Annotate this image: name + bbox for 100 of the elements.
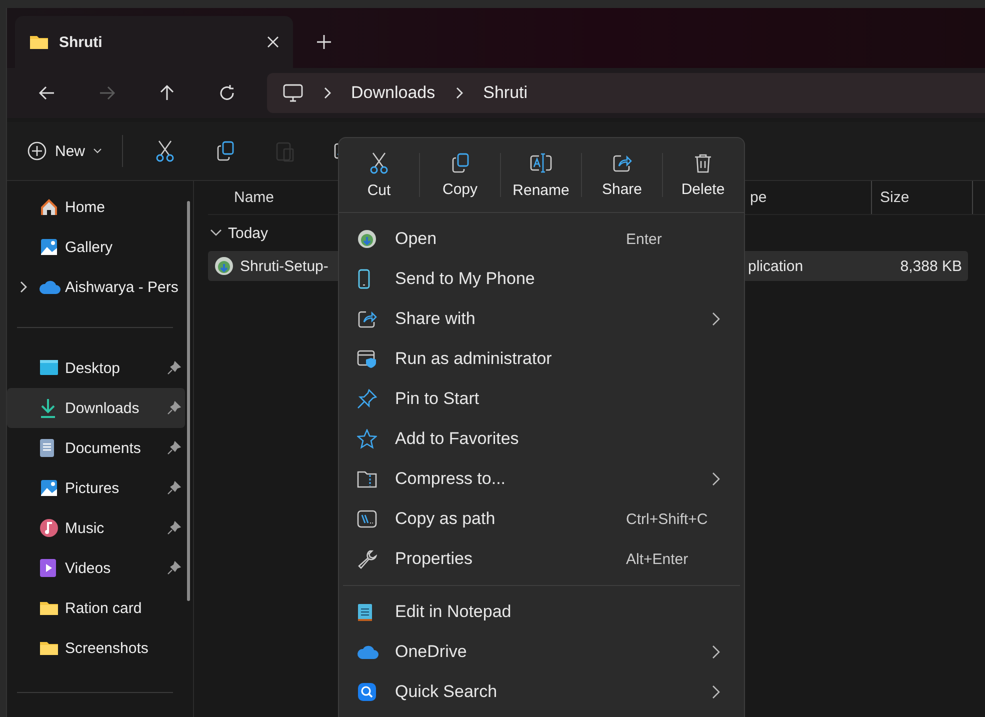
shortcut-text: Alt+Enter — [626, 550, 690, 568]
desktop-icon — [39, 359, 59, 377]
tab[interactable]: Shruti — [15, 16, 293, 68]
tab-title: Shruti — [59, 34, 104, 50]
sidebar-item[interactable]: Downloads — [7, 388, 185, 428]
app-icon — [214, 256, 234, 276]
arrow-icon — [38, 84, 56, 102]
pictures-icon — [39, 478, 59, 498]
rename-icon — [529, 152, 553, 174]
file-type: plication — [748, 258, 804, 274]
share-icon — [357, 309, 377, 329]
sidebar-label: Pictures — [65, 480, 120, 496]
menu-item[interactable]: Share with — [343, 299, 740, 339]
expand-icon[interactable] — [19, 281, 27, 293]
folder-icon — [29, 34, 49, 50]
phone-icon — [357, 269, 371, 289]
sidebar-label: Music — [65, 520, 106, 536]
menu-action-button[interactable]: Delete — [663, 142, 743, 208]
column-header[interactable]: Name — [234, 189, 274, 206]
shortcut-text: Ctrl+Shift+C — [626, 510, 709, 528]
menu-item[interactable]: Properties Alt+Enter — [343, 539, 740, 579]
file-size: 8,388 KB — [900, 258, 962, 274]
app-icon — [357, 229, 377, 249]
column-header[interactable]: Size — [880, 189, 910, 206]
sidebar-item[interactable]: Music — [7, 508, 185, 548]
caret-icon — [93, 148, 102, 154]
refresh-icon — [218, 84, 236, 102]
address-bar[interactable]: Downloads Shruti — [267, 73, 985, 113]
folder-icon — [39, 640, 59, 656]
sidebar-label: Gallery — [65, 238, 114, 256]
sidebar-item[interactable]: Aishwarya - Pers — [7, 267, 185, 307]
video-icon — [39, 558, 57, 578]
menu-action-button[interactable]: Rename — [501, 142, 581, 208]
sidebar-label: Documents — [65, 440, 142, 456]
menu-item[interactable]: Open Enter — [343, 219, 740, 259]
menu-action-button[interactable]: Copy — [420, 142, 500, 208]
gallery-icon — [39, 237, 59, 257]
trash-icon — [694, 152, 712, 172]
cloud-icon — [357, 644, 379, 660]
chevron-icon — [323, 87, 331, 99]
menu-action-button[interactable]: Share — [582, 142, 662, 208]
shortcut-text: Enter — [626, 230, 663, 248]
copy-icon — [215, 141, 236, 161]
group-label: Today — [228, 224, 268, 242]
column-header[interactable]: pe — [750, 189, 767, 206]
wrench-icon — [357, 549, 377, 569]
menu-item[interactable]: Run as administrator — [343, 339, 740, 379]
sidebar-item[interactable]: Pictures — [7, 468, 185, 508]
folder-icon — [39, 600, 59, 616]
arrow-icon — [158, 84, 176, 102]
sidebar-item[interactable]: Home — [7, 187, 185, 227]
sidebar-label: Aishwarya - Pers — [65, 278, 180, 296]
copy-icon — [450, 152, 470, 172]
menu-item[interactable]: Quick Search — [343, 672, 740, 712]
sidebar-item[interactable]: Gallery — [7, 227, 185, 267]
pin-icon — [357, 389, 377, 409]
scissors-icon — [369, 152, 389, 174]
menu-item[interactable]: Add to Favorites — [343, 419, 740, 459]
menu-item[interactable]: Pin to Start — [343, 379, 740, 419]
sidebar-item[interactable]: Desktop — [7, 348, 185, 388]
breadcrumb-item[interactable]: Shruti — [483, 83, 528, 103]
plus-icon[interactable] — [317, 35, 331, 49]
menu-item[interactable]: Copy as path Ctrl+Shift+C — [343, 499, 740, 539]
notepad-icon — [357, 602, 373, 622]
sidebar-item[interactable]: Ration card — [7, 588, 185, 628]
sidebar-item[interactable]: Screenshots — [7, 628, 185, 668]
new-button[interactable]: New — [19, 135, 110, 167]
computer-icon — [283, 84, 303, 102]
star-icon — [357, 429, 377, 449]
menu-action-button[interactable]: Cut — [339, 142, 419, 208]
cloud-icon — [39, 279, 61, 295]
file-name: Shruti-Setup- — [240, 258, 328, 274]
sidebar-item[interactable]: Documents — [7, 428, 185, 468]
collapse-icon[interactable] — [210, 229, 222, 237]
arrow-icon — [98, 84, 116, 102]
sidebar-item[interactable]: Videos — [7, 548, 185, 588]
menu-item[interactable]: OneDrive — [343, 632, 740, 672]
download-icon — [39, 398, 57, 418]
sidebar-label: Desktop — [65, 360, 122, 376]
sidebar-label: Videos — [65, 560, 112, 576]
breadcrumb-item[interactable]: Downloads — [351, 83, 436, 103]
scissors-icon — [155, 140, 176, 162]
scrollbar[interactable] — [187, 201, 190, 601]
sidebar-label: Downloads — [65, 400, 140, 416]
zip-folder-icon — [357, 470, 377, 488]
music-icon — [39, 518, 59, 538]
home-icon — [39, 197, 59, 217]
shield-icon — [357, 349, 377, 369]
menu-item[interactable]: Compress to... — [343, 459, 740, 499]
search-icon — [357, 682, 377, 702]
sidebar-label: Screenshots — [65, 640, 150, 656]
close-icon[interactable] — [267, 36, 279, 48]
document-icon — [39, 438, 55, 458]
path-icon — [357, 510, 377, 528]
sidebar-label: Ration card — [65, 600, 143, 616]
sidebar-label: Home — [65, 198, 106, 216]
menu-item[interactable]: Send to My Phone — [343, 259, 740, 299]
plus-icon — [27, 141, 47, 161]
paste-icon — [275, 140, 296, 162]
menu-item[interactable]: Edit in Notepad — [343, 592, 740, 632]
